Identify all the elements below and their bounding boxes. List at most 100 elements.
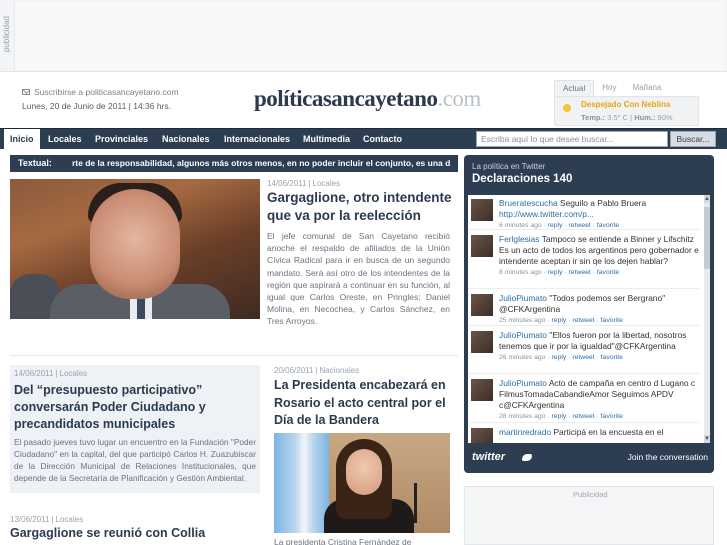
tweet-meta: 26 minutes ago · reply · retweet · favor… — [499, 354, 623, 361]
sun-icon — [563, 104, 571, 112]
main-story-title[interactable]: Gargaglione, otro intendente que va por … — [267, 189, 455, 225]
weather-tab-manana[interactable]: Mañana — [624, 80, 669, 96]
tweet-list[interactable]: Brueratescucha Seguilo a Pablo Bruera ht… — [468, 195, 710, 443]
story-excerpt: La presidenta Cristina Fernández de — [274, 537, 412, 545]
tweet: Brueratescucha Seguilo a Pablo Bruera ht… — [468, 195, 700, 230]
divider — [10, 355, 458, 356]
retweet-link[interactable]: retweet — [572, 413, 594, 420]
story-category[interactable]: Locales — [313, 179, 341, 188]
tweet-user[interactable]: martinredrado — [499, 427, 551, 437]
scrollbar-thumb[interactable] — [704, 207, 710, 269]
site-logo[interactable]: políticasancayetano.com — [254, 86, 481, 112]
sidebar-ad[interactable]: Publicidad — [464, 486, 714, 545]
nav-provinciales[interactable]: Provinciales — [89, 129, 154, 149]
logo-part-com: .com — [437, 86, 481, 111]
weather-tab-hoy[interactable]: Hoy — [594, 80, 624, 96]
favorite-link[interactable]: favorite — [601, 413, 623, 420]
favorite-link[interactable]: favorite — [601, 354, 623, 361]
story-meta: 20/06/2011 | Nacionales — [274, 366, 360, 375]
retweet-link[interactable]: retweet — [569, 222, 591, 229]
hum-value: 90% — [657, 113, 673, 122]
nav-multimedia[interactable]: Multimedia — [297, 129, 356, 149]
weather-tab-actual[interactable]: Actual — [554, 80, 595, 96]
tweet-link[interactable]: http://www.twitter.com/p... — [499, 209, 594, 219]
tweet-meta: 28 minutes ago · reply · retweet · favor… — [499, 413, 623, 420]
main-story-meta: 14/06/2011 | Locales — [267, 179, 341, 188]
reply-link[interactable]: reply — [552, 317, 567, 324]
twitter-widget-title: Declaraciones 140 — [472, 173, 573, 185]
ad-area[interactable] — [14, 2, 724, 70]
story-card-left: 14/06/2011 | Locales Del “presupuesto part… — [10, 365, 260, 493]
tweet-user[interactable]: JulioPiumato — [499, 378, 547, 388]
tweet-meta: 25 minutes ago · reply · retweet · favor… — [499, 317, 623, 324]
story-title[interactable]: Gargaglione se reunió con Collia — [10, 526, 205, 540]
main-story-body: El jefe comunal de San Cayetano recibió … — [267, 231, 450, 327]
avatar[interactable] — [471, 379, 493, 401]
story-category[interactable]: Locales — [56, 515, 84, 524]
search-button[interactable]: Buscar... — [670, 131, 716, 147]
search-input[interactable]: Escriba aquí lo que desee buscar... — [476, 131, 668, 147]
scroll-down-icon[interactable]: ▼ — [704, 435, 710, 443]
ad-label: publicidad — [2, 16, 11, 53]
scroll-up-icon[interactable]: ▲ — [704, 195, 710, 203]
twitter-widget: La política en Twitter Declaraciones 140… — [464, 155, 714, 473]
story-category[interactable]: Nacionales — [320, 366, 360, 375]
tweet-time: 25 minutes ago — [499, 317, 546, 324]
nav-internacionales[interactable]: Internacionales — [218, 129, 296, 149]
weather-panel: Despejado Con Neblina Temp.: 3.5° C | Hu… — [554, 96, 699, 126]
story-title[interactable]: Del “presupuesto participativo” conversa… — [14, 382, 256, 433]
main-story-photo[interactable] — [10, 179, 260, 319]
logo-part-sancayetano: sancayetano — [322, 86, 438, 111]
tweet: Ferlglesias Tampoco se entiende a Binner… — [468, 231, 700, 289]
temp-label: Temp.: — [581, 113, 606, 122]
nav-nacionales[interactable]: Nacionales — [156, 129, 216, 149]
reply-link[interactable]: reply — [552, 354, 567, 361]
favorite-link[interactable]: favorite — [601, 317, 623, 324]
tweet-user[interactable]: JulioPiumato — [499, 330, 547, 340]
reply-link[interactable]: reply — [552, 413, 567, 420]
tweet-time: 6 minutes ago — [499, 222, 542, 229]
story-photo[interactable] — [274, 433, 450, 533]
retweet-link[interactable]: retweet — [569, 269, 591, 276]
favorite-link[interactable]: favorite — [597, 222, 619, 229]
subscribe-link[interactable]: Suscribirse a politicasancayetano.com — [22, 87, 179, 97]
favorite-link[interactable]: favorite — [597, 269, 619, 276]
weather-readings: Temp.: 3.5° C | Hum.: 90% — [581, 113, 673, 122]
news-ticker: Textual: rte de la responsabilidad, algu… — [10, 155, 458, 172]
story-category[interactable]: Locales — [60, 369, 88, 378]
logo-part-politica: política — [254, 86, 323, 111]
tweet-text: Seguilo a Pablo Bruera — [560, 198, 647, 208]
retweet-link[interactable]: retweet — [572, 317, 594, 324]
join-conversation-link[interactable]: Join the conversation — [628, 452, 708, 462]
ticker-text[interactable]: rte de la responsabilidad, algunos más o… — [72, 155, 450, 172]
nav-inicio[interactable]: Inicio — [4, 129, 40, 149]
current-date: Lunes, 20 de Junio de 2011 | 14:36 hrs. — [22, 101, 172, 111]
tweet-user[interactable]: Brueratescucha — [499, 198, 558, 208]
tweet-scrollbar[interactable]: ▲ ▼ — [704, 195, 710, 443]
tweet-user[interactable]: JulioPiumato — [499, 293, 547, 303]
tweet: JulioPiumato Acto de campaña en centro d… — [468, 375, 700, 423]
top-ad-banner[interactable]: publicidad — [0, 0, 727, 72]
reply-link[interactable]: reply — [548, 269, 563, 276]
tweet-meta: 6 minutes ago · reply · retweet · favori… — [499, 222, 620, 229]
avatar[interactable] — [471, 199, 493, 221]
story-date: 13/06/2011 — [10, 515, 50, 524]
tweet-time: 8 minutes ago — [499, 269, 542, 276]
avatar[interactable] — [471, 331, 493, 353]
avatar[interactable] — [471, 294, 493, 316]
retweet-link[interactable]: retweet — [572, 354, 594, 361]
story-title[interactable]: La Presidenta encabezará en Rosario el a… — [274, 377, 454, 430]
tweet-user[interactable]: Ferlglesias — [499, 234, 540, 244]
nav-locales[interactable]: Locales — [42, 129, 88, 149]
story-meta: 14/06/2011 | Locales — [14, 369, 88, 378]
story-date: 14/06/2011 — [14, 369, 54, 378]
avatar[interactable] — [471, 235, 493, 257]
twitter-logo[interactable]: twitter — [472, 451, 505, 463]
avatar[interactable] — [471, 428, 493, 443]
subscribe-label: Suscribirse a politicasancayetano.com — [34, 87, 179, 97]
story-date: 14/06/2011 — [267, 179, 307, 188]
tweet-text: Participá en la encuesta en el — [553, 427, 664, 437]
tweet-meta: 8 minutes ago · reply · retweet · favori… — [499, 269, 620, 276]
reply-link[interactable]: reply — [548, 222, 563, 229]
nav-contacto[interactable]: Contacto — [357, 129, 408, 149]
